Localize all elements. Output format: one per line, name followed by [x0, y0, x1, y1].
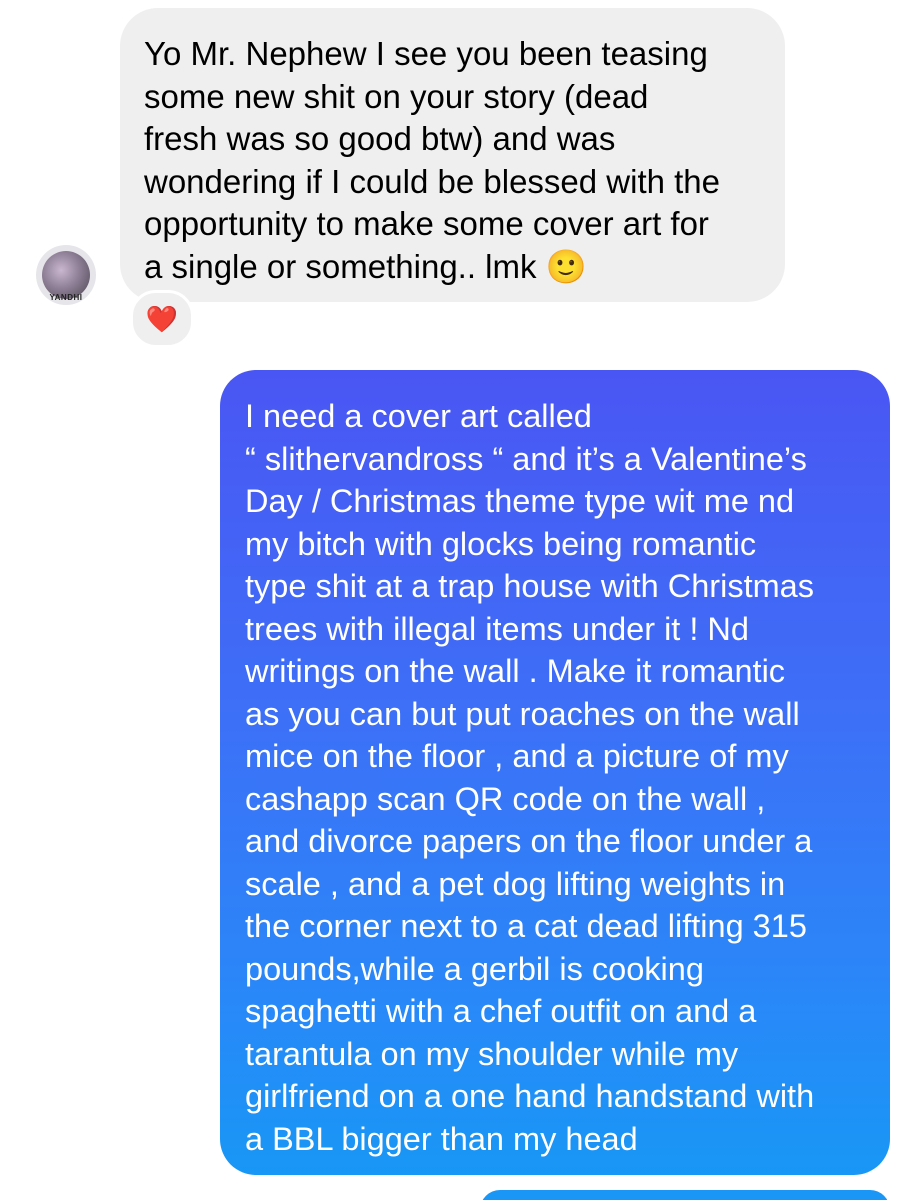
next-outgoing-message-bubble[interactable] [480, 1190, 890, 1200]
incoming-message-bubble[interactable]: Yo Mr. Nephew I see you been teasing som… [120, 8, 785, 302]
sender-avatar[interactable]: YANDHI [36, 245, 96, 305]
avatar-label: YANDHI [49, 293, 83, 302]
outgoing-message-bubble[interactable]: I need a cover art called “ slithervandr… [220, 370, 890, 1175]
message-thread: Yo Mr. Nephew I see you been teasing som… [0, 0, 910, 1200]
heart-icon: ❤️ [145, 304, 179, 334]
incoming-message-text: Yo Mr. Nephew I see you been teasing som… [144, 35, 721, 285]
outgoing-message-text: I need a cover art called “ slithervandr… [245, 398, 815, 1157]
heart-reaction[interactable]: ❤️ [130, 290, 194, 348]
avatar-image [42, 251, 90, 299]
